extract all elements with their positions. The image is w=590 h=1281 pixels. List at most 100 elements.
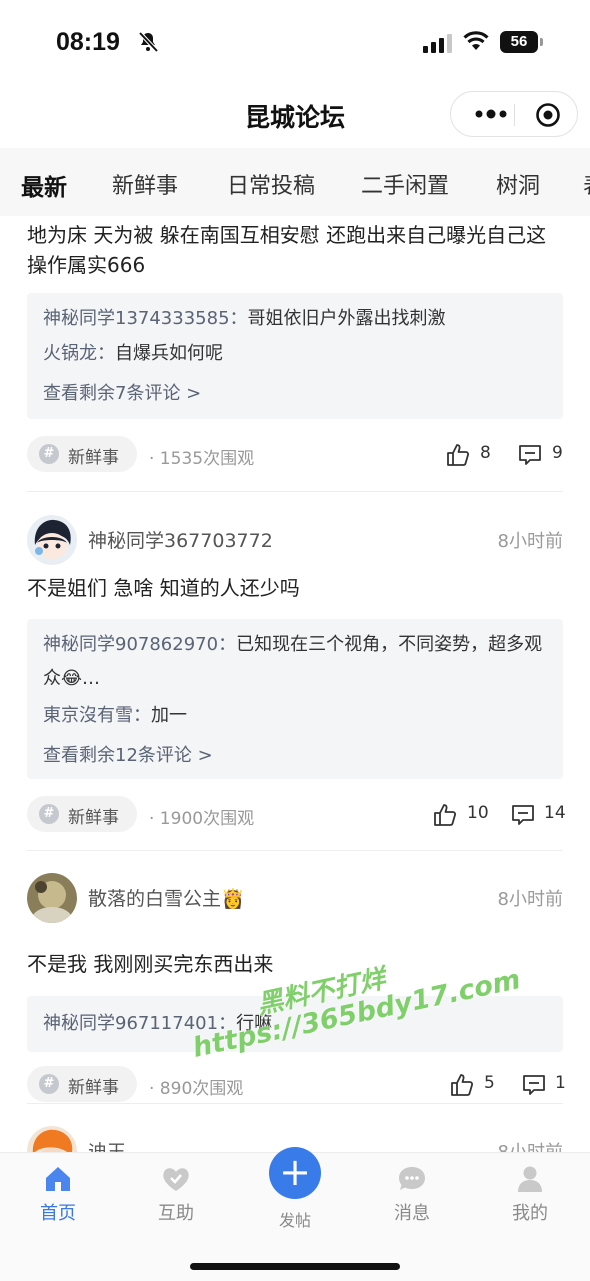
comment-preview[interactable]: 神秘同学1374333585：哥姐依旧户外露出找刺激 火锅龙：自爆兵如何呢 查看… bbox=[27, 293, 563, 419]
post-author[interactable]: 神秘同学367703772 bbox=[88, 526, 273, 553]
nav-help[interactable]: 互助 bbox=[126, 1153, 226, 1243]
like-count: 5 bbox=[484, 1073, 495, 1093]
comment-author: 神秘同学1374333585： bbox=[43, 308, 248, 329]
post-time: 8小时前 bbox=[498, 1138, 563, 1152]
bell-muted-icon bbox=[138, 31, 159, 53]
comment-icon[interactable] bbox=[510, 802, 536, 828]
thumbs-up-icon[interactable] bbox=[449, 1072, 475, 1098]
post-author[interactable]: 迪王 bbox=[88, 1137, 126, 1152]
category-tabs: 最新 新鲜事 日常投稿 二手闲置 树洞 表 bbox=[0, 148, 590, 216]
view-count: · 1900次围观 bbox=[149, 809, 255, 829]
comment-count: 1 bbox=[555, 1073, 566, 1093]
comment-count: 9 bbox=[552, 443, 563, 463]
cellular-signal-icon bbox=[423, 34, 452, 53]
post-divider bbox=[27, 491, 563, 492]
comment-line: 神秘同学907862970：已知现在三个视角，不同姿势，超多观众😂… bbox=[43, 628, 549, 696]
comment-text: 行嘛 bbox=[236, 1013, 273, 1034]
tab-tree-hole[interactable]: 树洞 bbox=[496, 168, 540, 200]
post-feed[interactable]: 地为床 天为被 躲在南国互相安慰 还跑出来自己曝光自己这操作属实666 神秘同学… bbox=[0, 216, 590, 1152]
home-indicator bbox=[190, 1263, 400, 1270]
thumbs-up-icon[interactable] bbox=[445, 442, 471, 468]
battery-indicator: 56 bbox=[500, 31, 543, 53]
nav-me[interactable]: 我的 bbox=[480, 1153, 580, 1243]
tab-latest[interactable]: 最新 bbox=[21, 168, 67, 202]
user-icon bbox=[518, 1166, 542, 1192]
post-header: 散落的白雪公主👸 8小时前 bbox=[27, 873, 563, 923]
view-more-comments-link[interactable]: 查看剩余7条评论 > bbox=[43, 379, 201, 405]
topic-tag-label: 新鲜事 bbox=[68, 448, 119, 468]
create-post-label: 发帖 bbox=[278, 1211, 311, 1230]
hashtag-icon: # bbox=[39, 804, 59, 824]
post-item[interactable]: 神秘同学367703772 8小时前 不是姐们 急啥 知道的人还少吗 神秘同学9… bbox=[0, 515, 590, 851]
topic-tag-label: 新鲜事 bbox=[68, 808, 119, 828]
like-count: 10 bbox=[467, 803, 489, 823]
post-header: 神秘同学367703772 8小时前 bbox=[27, 515, 563, 565]
comment-line: 神秘同学967117401：行嘛 bbox=[43, 1007, 549, 1041]
plus-icon: + bbox=[279, 1150, 311, 1194]
nav-home-label: 首页 bbox=[40, 1203, 76, 1224]
post-divider bbox=[27, 1103, 563, 1104]
topic-tag[interactable]: # 新鲜事 bbox=[27, 796, 137, 832]
comment-author: 火锅龙： bbox=[43, 343, 115, 364]
post-body: 不是我 我刚刚买完东西出来 bbox=[27, 952, 274, 976]
comment-line: 火锅龙：自爆兵如何呢 bbox=[43, 337, 549, 371]
post-time: 8小时前 bbox=[497, 531, 563, 552]
tab-daily-submission[interactable]: 日常投稿 bbox=[227, 168, 315, 200]
comment-author: 東京沒有雪： bbox=[43, 705, 151, 726]
title-bar: 昆城论坛 bbox=[0, 88, 590, 148]
comment-icon[interactable] bbox=[517, 442, 543, 468]
tab-news[interactable]: 新鲜事 bbox=[112, 168, 178, 200]
comment-author: 神秘同学907862970： bbox=[43, 634, 237, 655]
nav-messages[interactable]: 消息 bbox=[362, 1153, 462, 1243]
post-meta: # 新鲜事 · 1535次围观 8 9 bbox=[27, 436, 563, 474]
wifi-icon bbox=[463, 31, 489, 50]
comment-preview[interactable]: 神秘同学967117401：行嘛 bbox=[27, 996, 563, 1052]
close-target-icon[interactable] bbox=[535, 102, 561, 128]
tab-partial[interactable]: 表 bbox=[583, 168, 590, 200]
topic-tag[interactable]: # 新鲜事 bbox=[27, 1066, 137, 1102]
comment-line: 東京沒有雪：加一 bbox=[43, 699, 549, 733]
comment-line: 神秘同学1374333585：哥姐依旧户外露出找刺激 bbox=[43, 302, 549, 336]
hashtag-icon: # bbox=[39, 1074, 59, 1094]
comment-text: 加一 bbox=[151, 705, 187, 726]
capsule-divider bbox=[514, 104, 515, 126]
view-count: · 1535次围观 bbox=[149, 449, 255, 469]
topic-tag-label: 新鲜事 bbox=[68, 1078, 119, 1098]
comment-text: 自爆兵如何呢 bbox=[115, 343, 223, 364]
nav-home[interactable]: 首页 bbox=[8, 1153, 108, 1243]
post-item[interactable]: 散落的白雪公主👸 8小时前 不是我 我刚刚买完东西出来 神秘同学96711740… bbox=[0, 873, 590, 1103]
message-icon bbox=[399, 1167, 425, 1190]
mini-program-capsule bbox=[450, 91, 578, 137]
comment-icon[interactable] bbox=[521, 1072, 547, 1098]
create-post-button[interactable]: + bbox=[269, 1147, 321, 1199]
tab-second-hand[interactable]: 二手闲置 bbox=[361, 168, 449, 200]
post-time: 8小时前 bbox=[497, 889, 563, 910]
post-meta: # 新鲜事 · 1900次围观 10 14 bbox=[27, 796, 566, 834]
nav-me-label: 我的 bbox=[512, 1203, 548, 1224]
avatar[interactable] bbox=[27, 515, 77, 565]
status-bar: 08:19 56 bbox=[0, 0, 590, 88]
comment-preview[interactable]: 神秘同学907862970：已知现在三个视角，不同姿势，超多观众😂… 東京沒有雪… bbox=[27, 619, 563, 779]
post-meta: # 新鲜事 · 890次围观 5 1 bbox=[27, 1066, 566, 1104]
view-more-comments-link[interactable]: 查看剩余12条评论 > bbox=[43, 741, 213, 767]
status-time: 08:19 bbox=[56, 28, 120, 56]
home-icon bbox=[46, 1167, 70, 1191]
thumbs-up-icon[interactable] bbox=[432, 802, 458, 828]
topic-tag[interactable]: # 新鲜事 bbox=[27, 436, 137, 472]
more-dots-icon[interactable] bbox=[471, 105, 511, 123]
view-count: · 890次围观 bbox=[149, 1079, 244, 1099]
post-body: 不是姐们 急啥 知道的人还少吗 bbox=[27, 576, 300, 600]
comment-author: 神秘同学967117401： bbox=[43, 1013, 237, 1034]
hashtag-icon: # bbox=[39, 444, 59, 464]
post-item[interactable]: 地为床 天为被 躲在南国互相安慰 还跑出来自己曝光自己这操作属实666 神秘同学… bbox=[0, 216, 590, 492]
nav-messages-label: 消息 bbox=[394, 1203, 430, 1224]
post-author[interactable]: 散落的白雪公主👸 bbox=[88, 884, 245, 911]
comment-count: 14 bbox=[544, 803, 566, 823]
avatar[interactable] bbox=[27, 873, 77, 923]
comment-text: 哥姐依旧户外露出找刺激 bbox=[247, 308, 446, 329]
avatar[interactable] bbox=[27, 1126, 77, 1152]
bottom-nav: 首页 互助 + 发帖 消息 我的 bbox=[0, 1147, 590, 1281]
post-body: 地为床 天为被 躲在南国互相安慰 还跑出来自己曝光自己这操作属实666 bbox=[27, 223, 547, 277]
like-count: 8 bbox=[480, 443, 491, 463]
post-divider bbox=[27, 850, 563, 851]
